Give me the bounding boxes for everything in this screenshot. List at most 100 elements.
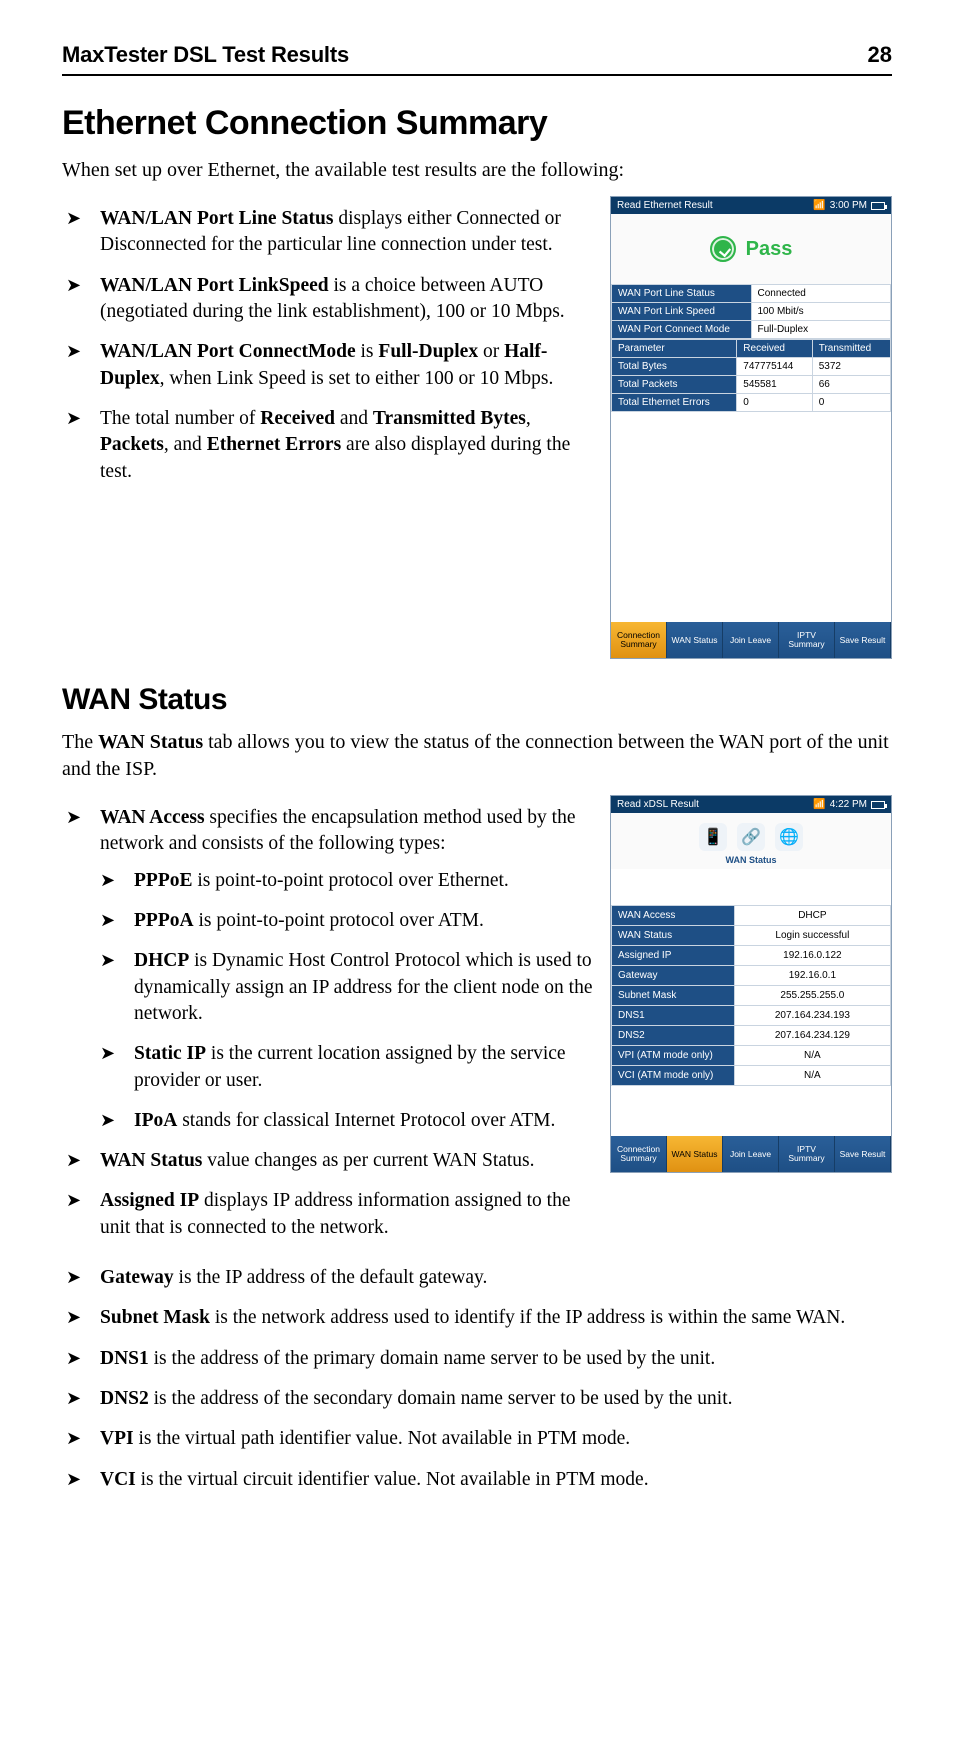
ethernet-summary-intro: When set up over Ethernet, the available… [62,157,892,184]
list-item: WAN/LAN Port LinkSpeed is a choice betwe… [62,273,598,326]
cell-key: Gateway [612,966,735,986]
signal-icon: 📶 [813,799,825,810]
term: Full-Duplex [378,341,478,362]
tab-connection-summary[interactable]: Connection Summary [611,1136,667,1172]
screenshot-time: 4:22 PM [830,799,867,810]
cell-value: 545581 [737,376,812,394]
cell-key: DNS2 [612,1026,735,1046]
table-row: DNS2207.164.234.129 [612,1026,891,1046]
desc: is [356,341,379,362]
tab-connection-summary[interactable]: Connection Summary [611,622,667,658]
list-item: WAN/LAN Port ConnectMode is Full-Duplex … [62,339,598,392]
list-item: VPI is the virtual path identifier value… [62,1426,892,1452]
term: Ethernet Errors [207,434,341,455]
wan-status-label: WAN Status [725,855,776,865]
desc: is point-to-point protocol over Ethernet… [193,870,509,891]
header-title: MaxTester DSL Test Results [62,42,349,68]
desc: or [478,341,504,362]
screenshot-title: Read xDSL Result [617,799,699,810]
text: The [62,731,98,753]
wan-access-sublist: PPPoE is point-to-point protocol over Et… [100,868,598,1135]
desc: The total number of [100,408,260,429]
term: DNS1 [100,1348,149,1369]
desc: , and [164,434,207,455]
port-status-table: WAN Port Line StatusConnected WAN Port L… [611,284,891,339]
desc: is the address of the primary domain nam… [149,1348,715,1369]
tab-join-leave[interactable]: Join Leave [723,622,779,658]
term: PPPoA [134,910,194,931]
cell-value: 100 Mbit/s [751,303,891,321]
header-page-number: 28 [868,42,892,68]
tab-wan-status[interactable]: WAN Status [667,622,723,658]
list-item: WAN Access specifies the encapsulation m… [62,805,598,1134]
cell-value: 0 [737,394,812,412]
cell-value: 0 [812,394,890,412]
cell-key: WAN Port Link Speed [612,303,752,321]
list-item: WAN Status value changes as per current … [62,1148,598,1174]
tab-save-result[interactable]: Save Result [835,1136,891,1172]
term: WAN/LAN Port ConnectMode [100,341,356,362]
screenshot-title: Read Ethernet Result [617,200,713,211]
desc: value changes as per current WAN Status. [202,1150,534,1171]
wan-status-heading: WAN Status [62,683,892,717]
ethernet-result-screenshot: Read Ethernet Result 📶 3:00 PM Pass WAN … [610,196,892,659]
cell-key: Total Ethernet Errors [612,394,737,412]
wan-status-list-continued: Gateway is the IP address of the default… [62,1265,892,1493]
term: Subnet Mask [100,1307,210,1328]
table-row: VPI (ATM mode only)N/A [612,1046,891,1066]
wan-status-intro: The WAN Status tab allows you to view th… [62,729,892,783]
cell-value: Login successful [734,926,890,946]
list-item: DNS2 is the address of the secondary dom… [62,1386,892,1412]
tab-bar: Connection Summary WAN Status Join Leave… [611,1136,891,1172]
term: Gateway [100,1267,174,1288]
tab-wan-status[interactable]: WAN Status [667,1136,723,1172]
cell-key: Total Packets [612,376,737,394]
link-icon [737,823,765,851]
pass-status-box: Pass [611,214,891,284]
desc: stands for classical Internet Protocol o… [177,1110,555,1131]
term: PPPoE [134,870,193,891]
list-item: WAN/LAN Port Line Status displays either… [62,206,598,259]
tab-save-result[interactable]: Save Result [835,622,891,658]
list-item: IPoA stands for classical Internet Proto… [100,1108,598,1134]
list-item: The total number of Received and Transmi… [62,406,598,485]
table-row: WAN StatusLogin successful [612,926,891,946]
term: Packets [100,434,164,455]
cell-value: 66 [812,376,890,394]
list-item: PPPoA is point-to-point protocol over AT… [100,908,598,934]
desc: is the address of the secondary domain n… [149,1388,733,1409]
table-row: Gateway192.16.0.1 [612,966,891,986]
desc: , when Link Speed is set to either 100 o… [160,368,554,389]
cell-value: 5372 [812,358,890,376]
table-row: VCI (ATM mode only)N/A [612,1066,891,1086]
cell-key: DNS1 [612,1006,735,1026]
battery-icon [871,801,885,809]
wan-status-list: WAN Access specifies the encapsulation m… [62,805,598,1241]
cell-key: VCI (ATM mode only) [612,1066,735,1086]
tab-bar: Connection Summary WAN Status Join Leave… [611,622,891,658]
table-row: Total Packets54558166 [612,376,891,394]
screenshot-time: 3:00 PM [830,200,867,211]
cell-key: Total Bytes [612,358,737,376]
tab-iptv-summary[interactable]: IPTV Summary [779,622,835,658]
table-row: WAN AccessDHCP [612,906,891,926]
desc: is the virtual circuit identifier value.… [136,1469,649,1490]
stats-table: Parameter Received Transmitted Total Byt… [611,339,891,412]
tab-join-leave[interactable]: Join Leave [723,1136,779,1172]
tab-iptv-summary[interactable]: IPTV Summary [779,1136,835,1172]
ethernet-summary-list: WAN/LAN Port Line Status displays either… [62,206,598,485]
table-row: DNS1207.164.234.193 [612,1006,891,1026]
list-item: PPPoE is point-to-point protocol over Et… [100,868,598,894]
cell-value: 207.164.234.193 [734,1006,890,1026]
term: IPoA [134,1110,177,1131]
table-row: WAN Port Connect ModeFull-Duplex [612,321,891,339]
term: Assigned IP [100,1190,199,1211]
blank-area [611,1086,891,1136]
cell-value: 255.255.255.0 [734,986,890,1006]
list-item: Static IP is the current location assign… [100,1041,598,1094]
page-header: MaxTester DSL Test Results 28 [62,42,892,76]
phone-icon [699,823,727,851]
term: WAN Access [100,807,205,828]
term: WAN/LAN Port LinkSpeed [100,275,329,296]
globe-icon [775,823,803,851]
